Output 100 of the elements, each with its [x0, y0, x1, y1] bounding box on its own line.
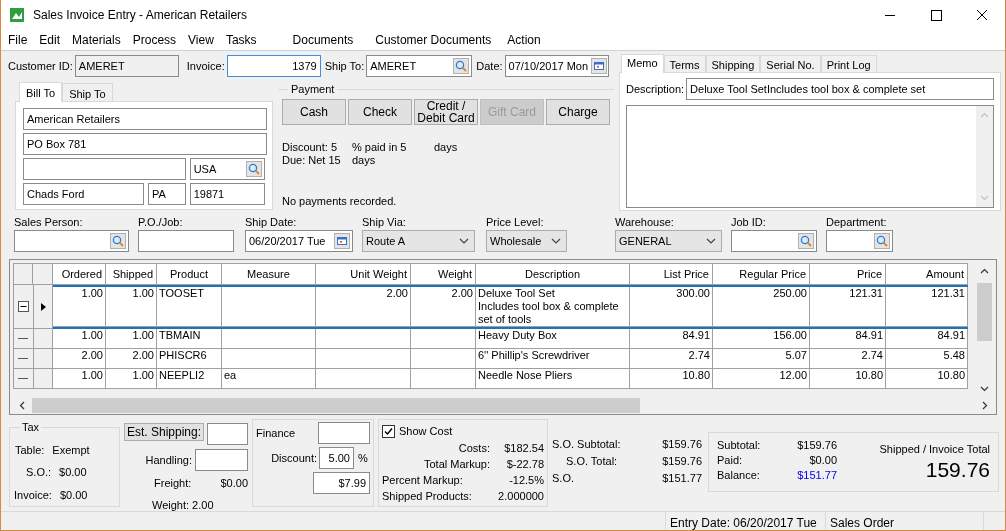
search-icon[interactable] [798, 233, 814, 249]
checkbox[interactable] [382, 424, 395, 438]
input-field[interactable]: 19871 [189, 183, 265, 205]
checkbox-label[interactable]: Show Cost [399, 423, 453, 440]
input-field[interactable]: USA [189, 158, 265, 180]
input-field[interactable]: AMERET [366, 55, 473, 77]
tab[interactable]: Print Log [820, 55, 877, 72]
input-field[interactable]: 1379 [226, 55, 321, 77]
menu-item[interactable]: Tasks [219, 31, 263, 49]
tab[interactable]: Serial No. [760, 55, 821, 72]
input-field[interactable] [195, 449, 248, 471]
menu-item[interactable]: Materials [66, 31, 127, 49]
input-field[interactable] [207, 423, 248, 445]
table-row[interactable]: 2.00 2.00 PHISCR6 6'' Phillip's Screwdriver 2.74 5.07 2.74 5.48 [53, 349, 968, 369]
input-field[interactable]: 5.00 [319, 447, 354, 469]
calendar-icon[interactable] [591, 58, 608, 74]
input-field[interactable]: 06/20/2017 Tue [245, 230, 353, 252]
field-value: 2.000000 [498, 488, 544, 504]
column-header[interactable]: Weight [411, 263, 476, 285]
window-title: Sales Invoice Entry - American Retailers [33, 7, 248, 24]
input-field[interactable]: $7.99 [313, 472, 370, 494]
caret-icon[interactable] [459, 238, 469, 244]
menu-item[interactable]: Documents [286, 31, 360, 49]
tab[interactable]: Shipping [705, 55, 761, 72]
input-field[interactable] [318, 422, 370, 444]
search-icon[interactable] [453, 58, 470, 74]
table-cell: 10.80 [810, 369, 886, 389]
table-row[interactable]: 1.00 1.00 NEEPLI2 ea Needle Nose Pliers 10.80 12.00 10.80 10.80 [53, 369, 968, 389]
input-field[interactable]: AMERET [74, 55, 179, 77]
column-header[interactable]: Ordered [53, 263, 106, 285]
payment-button[interactable]: Credit / Debit Card [414, 98, 478, 125]
input-field[interactable] [826, 230, 893, 252]
tab[interactable]: Memo [621, 54, 664, 73]
field-value: $0.00 [59, 465, 87, 480]
menu-item[interactable]: Action [501, 31, 547, 49]
input-field[interactable]: Chads Ford [23, 183, 144, 205]
collapse-icon[interactable] [18, 301, 29, 312]
row-header[interactable] [33, 285, 53, 329]
table-cell: 250.00 [713, 287, 810, 327]
column-header[interactable]: Amount [886, 263, 968, 285]
table-cell: ea [222, 369, 316, 389]
column-header[interactable]: Description [476, 263, 630, 285]
column-header[interactable]: Measure [222, 263, 316, 285]
menu-item[interactable]: View [182, 31, 220, 49]
table-cell: Deluxe Tool Set Includes tool box & complete set of tools [476, 287, 630, 327]
column-header[interactable]: Shipped [106, 263, 157, 285]
caret-icon[interactable] [551, 238, 561, 244]
menu-item[interactable]: File [2, 31, 34, 49]
input-field[interactable] [138, 230, 234, 252]
search-icon[interactable] [110, 233, 126, 249]
field-label: Invoice: [14, 487, 52, 503]
input-field[interactable]: Deluxe Tool SetIncludes tool box & complete set [686, 78, 994, 100]
input-field[interactable]: American Retailers [23, 108, 267, 130]
column-header[interactable]: Price [810, 263, 886, 285]
menu-item[interactable]: Edit [33, 31, 67, 49]
payment-button[interactable]: Cash [282, 98, 346, 125]
field-value: $159.76 [797, 438, 837, 453]
field-label: Shipped Products: [382, 488, 472, 504]
field-value: $0.00 [220, 476, 248, 491]
scrollbar[interactable] [976, 106, 993, 207]
table-cell: 121.31 [810, 287, 886, 327]
field-label: S.O. [552, 471, 574, 486]
column-header[interactable]: List Price [630, 263, 713, 285]
field-label: Handling: [145, 452, 192, 468]
calendar-icon[interactable] [334, 233, 350, 249]
payment-button[interactable]: Check [348, 98, 412, 125]
input-field[interactable]: PA [147, 183, 186, 205]
caret-icon[interactable] [706, 238, 716, 244]
menu-item[interactable]: Customer Documents [369, 31, 498, 49]
search-icon[interactable] [874, 233, 890, 249]
tab[interactable]: Ship To [62, 83, 113, 101]
memo-field[interactable] [626, 105, 994, 208]
field-label: Customer ID: [8, 58, 73, 74]
group-title: Tax [21, 420, 41, 435]
table-cell: 10.80 [630, 369, 713, 389]
field-value: -12.5% [509, 472, 544, 488]
input-field[interactable]: 07/10/2017 Mon [504, 55, 609, 77]
column-header[interactable]: Regular Price [713, 263, 810, 285]
dropdown[interactable]: Wholesale [486, 230, 567, 252]
search-icon[interactable] [246, 161, 262, 177]
dropdown[interactable]: Route A [362, 230, 475, 252]
menu-item[interactable]: Process [126, 31, 183, 49]
input-field[interactable] [731, 230, 817, 252]
table-cell: 2.00 [316, 287, 411, 327]
tab[interactable]: Bill To [19, 82, 63, 102]
field-label: Weight: [152, 497, 190, 513]
column-header[interactable]: Unit Weight [316, 263, 411, 285]
table-row[interactable]: 1.00 1.00 TOOSET 2.00 2.00 Deluxe Tool Set Includes tool box & complete set of tools 300.00 250.00 121.31 121.31 [53, 285, 968, 329]
dropdown[interactable]: GENERAL [615, 230, 722, 252]
input-field[interactable] [14, 230, 129, 252]
input-field[interactable]: PO Box 781 [23, 133, 267, 155]
tab[interactable]: Terms [663, 55, 706, 72]
input-field[interactable] [23, 158, 186, 180]
estimate-button[interactable]: Est. Shipping: [124, 423, 205, 441]
terms-text: Discount: 5 [282, 140, 339, 154]
table-row[interactable]: 1.00 1.00 TBMAIN Heavy Duty Box 84.91 156.00 84.91 84.91 [53, 329, 968, 349]
column-header[interactable]: Product [157, 263, 222, 285]
payment-button[interactable]: Charge [546, 98, 610, 125]
table-cell: 300.00 [630, 287, 713, 327]
table-cell: 2.00 [411, 287, 476, 327]
